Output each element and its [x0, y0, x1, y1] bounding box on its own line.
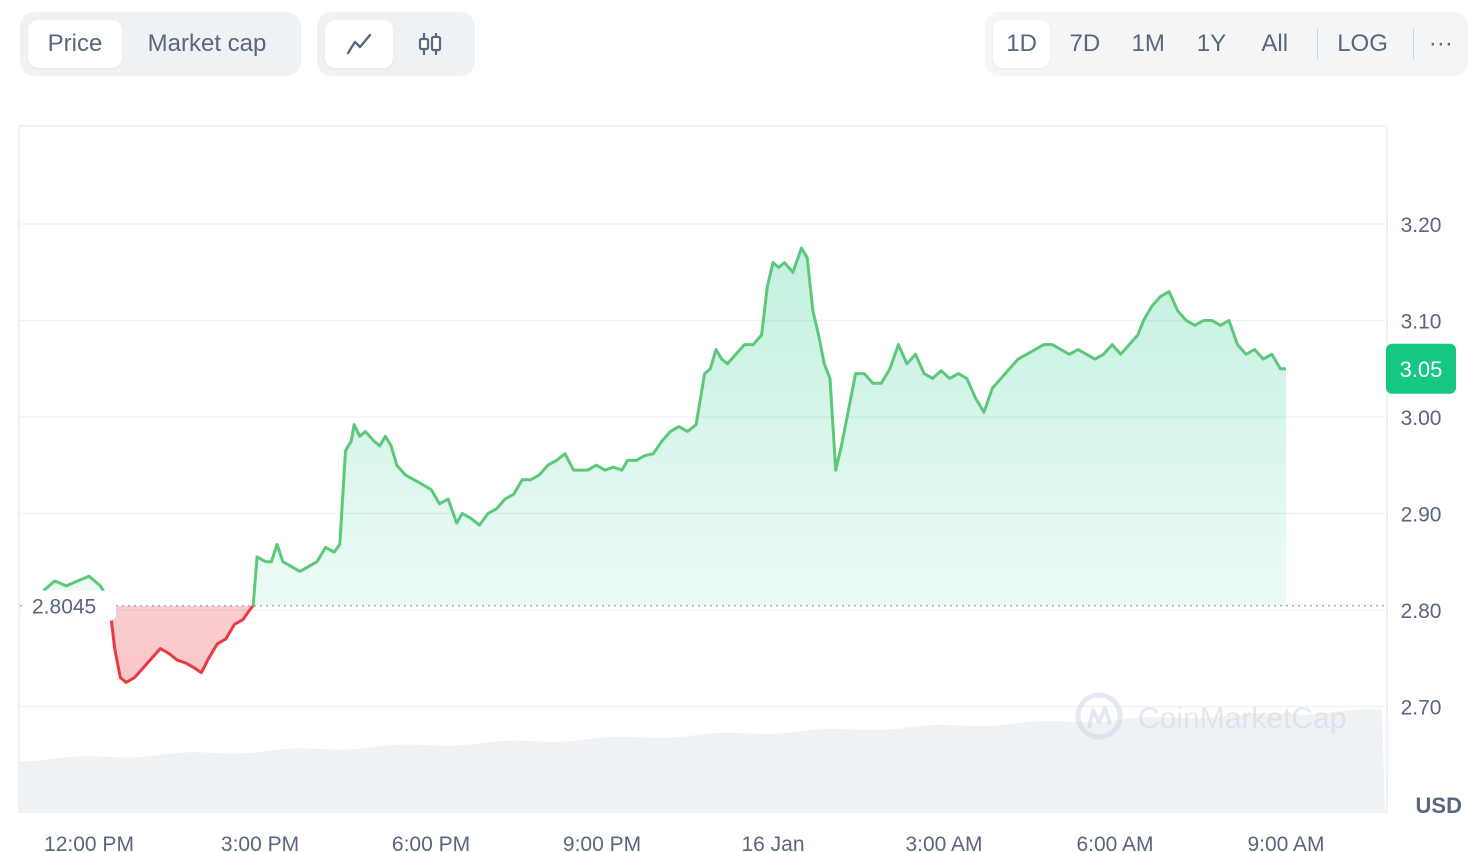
x-tick-label: 9:00 PM — [563, 833, 641, 852]
open-price-text: 2.8045 — [32, 596, 96, 619]
current-price-text: 3.05 — [1400, 357, 1443, 382]
x-tick-label: 6:00 PM — [392, 833, 470, 852]
y-tick-label: 2.80 — [1401, 600, 1442, 623]
y-tick-label: 3.00 — [1401, 407, 1442, 430]
y-tick-label: 2.90 — [1401, 504, 1442, 527]
x-axis-labels: 12:00 PM 3:00 PM 6:00 PM 9:00 PM 16 Jan 3:00 … — [44, 833, 1324, 852]
currency-label: USD — [1416, 793, 1462, 818]
current-price-tag: 3.05 — [1386, 343, 1456, 394]
x-tick-label: 12:00 PM — [44, 833, 134, 852]
x-tick-label: 3:00 AM — [905, 833, 982, 852]
y-tick-label: 3.10 — [1401, 311, 1442, 334]
open-price-label: 2.8045 — [22, 590, 116, 621]
x-tick-label: 6:00 AM — [1076, 833, 1153, 852]
watermark-text: CoinMarketCap — [1138, 702, 1346, 735]
x-tick-label: 9:00 AM — [1247, 833, 1324, 852]
y-axis-labels: 2.70 2.80 2.90 3.00 3.10 3.20 — [1401, 214, 1442, 720]
price-chart[interactable]: 2.70 2.80 2.90 3.00 3.10 3.20 12:00 PM 3:00 PM… — [0, 0, 1468, 852]
y-tick-label: 2.70 — [1401, 697, 1442, 720]
x-tick-label: 3:00 PM — [221, 833, 299, 852]
x-tick-label: 16 Jan — [741, 833, 804, 852]
y-tick-label: 3.20 — [1401, 214, 1442, 237]
